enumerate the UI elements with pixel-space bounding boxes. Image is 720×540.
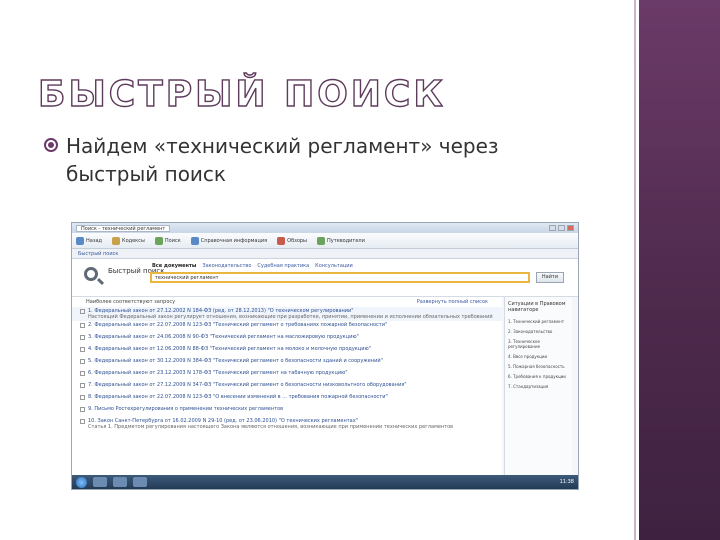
navigator-item[interactable]: 7. Стандартизация (508, 384, 569, 389)
decorative-divider-line (634, 0, 636, 540)
find-button[interactable]: Найти (536, 272, 564, 283)
navigator-item[interactable]: 5. Пожарная безопасность (508, 364, 569, 369)
results-heading: Наиболее соответствуют запросу (86, 299, 176, 305)
filter-tab-consultations[interactable]: Консультации (315, 263, 353, 269)
results-list: Наиболее соответствуют запросу Развернут… (72, 297, 502, 477)
toolbar-label: Поиск (164, 237, 181, 244)
app-screenshot: Поиск - технический регламент Назад Коде… (71, 222, 579, 490)
quick-search-panel: Быстрый поиск Все документы Законодатель… (72, 259, 578, 297)
doc-icon (80, 371, 85, 376)
navigator-panel: Ситуации в Правовом навигаторе 1. Технич… (504, 297, 572, 477)
taskbar-app-icon[interactable] (113, 477, 127, 487)
toolbar-button-back[interactable]: Назад (76, 236, 103, 245)
start-button-icon[interactable] (76, 476, 87, 488)
back-icon (76, 236, 84, 245)
book-icon (112, 236, 121, 245)
toolbar-button-reviews[interactable]: Обзоры (277, 236, 307, 245)
doc-icon (80, 323, 85, 328)
result-snippet: Статья 1. Предметом регулирования настоя… (88, 424, 454, 430)
filter-tab-court[interactable]: Судебная практика (257, 263, 309, 269)
navigator-item[interactable]: 2. Законодательство (508, 329, 569, 334)
search-input[interactable]: технический регламент (150, 272, 530, 283)
windows-taskbar: 11:38 (72, 475, 578, 489)
table-row[interactable]: 9. Письмо Ростехрегулирования о применен… (72, 405, 502, 417)
navigator-item[interactable]: 1. Технический регламент (508, 319, 569, 324)
doc-icon (80, 347, 85, 352)
minimize-icon[interactable] (549, 225, 556, 231)
filter-tab-all[interactable]: Все документы (152, 263, 196, 269)
table-row[interactable]: 8. Федеральный закон от 22.07.2008 N 123… (72, 393, 502, 405)
window-controls (549, 225, 574, 231)
table-row[interactable]: 10. Закон Санкт-Петербурга от 16.02.2009… (72, 417, 502, 431)
table-row[interactable]: 7. Федеральный закон от 27.12.2009 N 347… (72, 381, 502, 393)
maximize-icon[interactable] (558, 225, 565, 231)
table-row[interactable]: 1. Федеральный закон от 27.12.2002 N 184… (72, 307, 502, 321)
result-title[interactable]: 9. Письмо Ростехрегулирования о применен… (88, 406, 283, 412)
toolbar-label: Справочная информация (200, 237, 268, 244)
doc-icon (80, 407, 85, 412)
result-title[interactable]: 4. Федеральный закон от 12.06.2008 N 88-… (88, 346, 371, 352)
table-row[interactable]: 3. Федеральный закон от 24.06.2008 N 90-… (72, 333, 502, 345)
filter-tabs: Все документы Законодательство Судебная … (152, 263, 353, 269)
toolbar-button-search[interactable]: Поиск (154, 236, 181, 245)
doc-icon (80, 383, 85, 388)
navigator-item[interactable]: 3. Техническое регулирование (508, 339, 569, 349)
doc-icon (80, 395, 85, 400)
taskbar-clock: 11:38 (559, 479, 574, 485)
toolbar-label: Кодексы (122, 237, 145, 244)
result-title[interactable]: 7. Федеральный закон от 27.12.2009 N 347… (88, 382, 407, 388)
secondary-toolbar: Быстрый поиск (72, 249, 578, 259)
toolbar-label: Путеводители (327, 237, 365, 244)
result-title[interactable]: 3. Федеральный закон от 24.06.2008 N 90-… (88, 334, 359, 340)
bullet-line-2: быстрый поиск (66, 162, 226, 186)
result-title[interactable]: 5. Федеральный закон от 30.12.2009 N 384… (88, 358, 383, 364)
filter-tab-legislation[interactable]: Законодательство (202, 263, 251, 269)
bullet-item: Найдем «технический регламент» через быс… (44, 132, 604, 188)
news-icon (277, 236, 286, 245)
navigator-item[interactable]: 6. Требования к продукции (508, 374, 569, 379)
navigator-title: Ситуации в Правовом навигаторе (508, 301, 566, 313)
result-title[interactable]: 2. Федеральный закон от 22.07.2008 N 123… (88, 322, 387, 328)
table-row[interactable]: 4. Федеральный закон от 12.06.2008 N 88-… (72, 345, 502, 357)
bullet-line-1: Найдем «технический регламент» через (66, 134, 499, 158)
doc-icon (80, 359, 85, 364)
toolbar-label: Назад (86, 237, 103, 244)
taskbar-app-icon[interactable] (93, 477, 107, 487)
search-icon (154, 236, 163, 245)
magnifier-icon (84, 267, 98, 281)
table-row[interactable]: 5. Федеральный закон от 30.12.2009 N 384… (72, 357, 502, 369)
taskbar-app-icon[interactable] (133, 477, 147, 487)
result-snippet: Настоящий Федеральный закон регулирует о… (88, 314, 493, 320)
decorative-side-band (639, 0, 720, 540)
close-icon[interactable] (567, 225, 574, 231)
doc-icon (80, 335, 85, 340)
result-title[interactable]: 8. Федеральный закон от 22.07.2008 N 123… (88, 394, 388, 400)
results-header: Наиболее соответствуют запросу Развернут… (72, 297, 502, 307)
result-title[interactable]: 6. Федеральный закон от 23.12.2003 N 178… (88, 370, 348, 376)
expand-list-link[interactable]: Развернуть полный список (417, 299, 488, 305)
window-titlebar: Поиск - технический регламент (72, 223, 578, 233)
search-tab[interactable]: Быстрый поиск (78, 251, 118, 257)
table-row[interactable]: 2. Федеральный закон от 22.07.2008 N 123… (72, 321, 502, 333)
doc-icon (80, 309, 85, 314)
table-row[interactable]: 6. Федеральный закон от 23.12.2003 N 178… (72, 369, 502, 381)
compass-icon (317, 236, 325, 245)
toolbar-button-codes[interactable]: Кодексы (112, 236, 145, 245)
window-tab[interactable]: Поиск - технический регламент (76, 224, 171, 232)
toolbar-button-reference[interactable]: Справочная информация (190, 236, 268, 245)
app-toolbar: Назад Кодексы Поиск Справочная информаци… (72, 233, 578, 249)
bullet-circle-icon (44, 138, 58, 152)
slide-title: БЫСТРЫЙ ПОИСК (37, 73, 446, 115)
toolbar-button-guides[interactable]: Путеводители (317, 236, 365, 245)
doc-icon (80, 419, 85, 424)
toolbar-label: Обзоры (287, 237, 307, 244)
info-icon (190, 236, 199, 245)
navigator-item[interactable]: 4. Ввоз продукции (508, 354, 569, 359)
